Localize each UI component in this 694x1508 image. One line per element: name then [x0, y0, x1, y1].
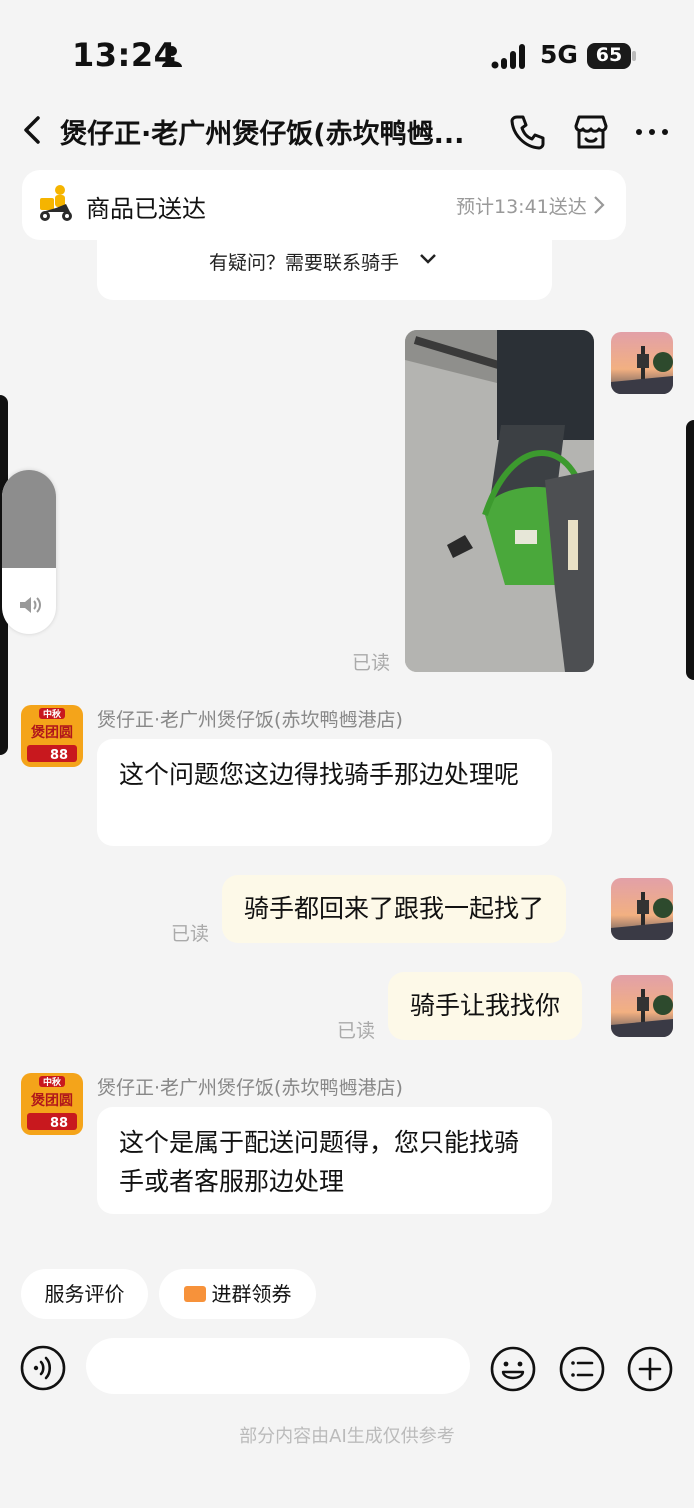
shop-avatar-badge: 中秋	[43, 1076, 62, 1088]
shop-avatar[interactable]: 中秋 煲团圆 88	[21, 1073, 83, 1135]
volume-icon	[20, 597, 41, 613]
shop-avatar-badge: 中秋	[43, 708, 62, 720]
volume-indicator[interactable]	[2, 470, 56, 634]
join-group-coupon-button[interactable]: 进群领券	[159, 1269, 316, 1319]
shop-avatar-title: 煲团圆	[31, 1092, 73, 1109]
network-type: 5G	[540, 40, 578, 69]
message-bubble[interactable]: 这个问题您这边得找骑手那边处理呢	[97, 739, 552, 846]
read-receipt: 已读	[171, 923, 210, 945]
read-receipt: 已读	[352, 652, 391, 674]
shop-avatar-price: 88	[50, 748, 68, 763]
avatar[interactable]	[611, 975, 673, 1037]
shop-avatar-price: 88	[50, 1116, 68, 1131]
contact-rider-card[interactable]: 有疑问？需要联系骑手	[97, 240, 552, 300]
chevron-down-icon	[420, 254, 436, 264]
battery-percent: 65	[595, 44, 623, 66]
chevron-right-icon	[594, 196, 605, 214]
more-icon[interactable]	[632, 112, 672, 152]
shop-avatar-title: 煲团圆	[31, 724, 73, 741]
delivery-status: 商品已送达	[86, 195, 206, 223]
coupon-icon	[183, 1285, 206, 1302]
delivery-status-card[interactable]: 商品已送达 预计13:41送达	[22, 170, 626, 240]
person-icon	[162, 46, 182, 67]
photo-message[interactable]	[405, 330, 594, 672]
message-bubble[interactable]: 骑手让我找你	[388, 972, 583, 1040]
avatar[interactable]	[611, 878, 673, 940]
voice-icon[interactable]	[20, 1345, 66, 1391]
screen-edge	[686, 420, 694, 680]
battery-icon: 65	[587, 43, 637, 69]
avatar[interactable]	[611, 332, 673, 394]
back-icon[interactable]	[16, 112, 52, 148]
service-review-button[interactable]: 服务评价	[21, 1269, 148, 1319]
plus-icon[interactable]	[626, 1345, 674, 1393]
contact-rider-text: 有疑问？需要联系骑手	[209, 252, 400, 274]
ai-disclaimer: 部分内容由AI生成仅供参考	[239, 1426, 455, 1447]
emoji-icon[interactable]	[489, 1345, 537, 1393]
signal-icon	[491, 44, 525, 69]
shop-avatar[interactable]: 中秋 煲团圆 88	[21, 705, 83, 767]
message-input[interactable]	[86, 1338, 470, 1394]
phone-icon[interactable]	[508, 112, 548, 152]
sender-name: 煲仔正·老广州煲仔饭(赤坎鸭乸港店)	[97, 709, 403, 731]
read-receipt: 已读	[337, 1020, 376, 1042]
delivery-eta: 预计13:41送达	[456, 196, 587, 218]
message-bubble[interactable]: 这个是属于配送问题得，您只能找骑手或者客服那边处理	[97, 1107, 552, 1214]
store-icon[interactable]	[570, 112, 612, 152]
list-icon[interactable]	[558, 1345, 606, 1393]
join-group-label: 进群领券	[211, 1282, 292, 1306]
chat-title: 煲仔正·老广州煲仔饭(赤坎鸭乸...	[60, 119, 465, 150]
sender-name: 煲仔正·老广州煲仔饭(赤坎鸭乸港店)	[97, 1077, 403, 1099]
message-bubble[interactable]: 骑手都回来了跟我一起找了	[222, 875, 567, 943]
rider-icon	[40, 185, 72, 221]
